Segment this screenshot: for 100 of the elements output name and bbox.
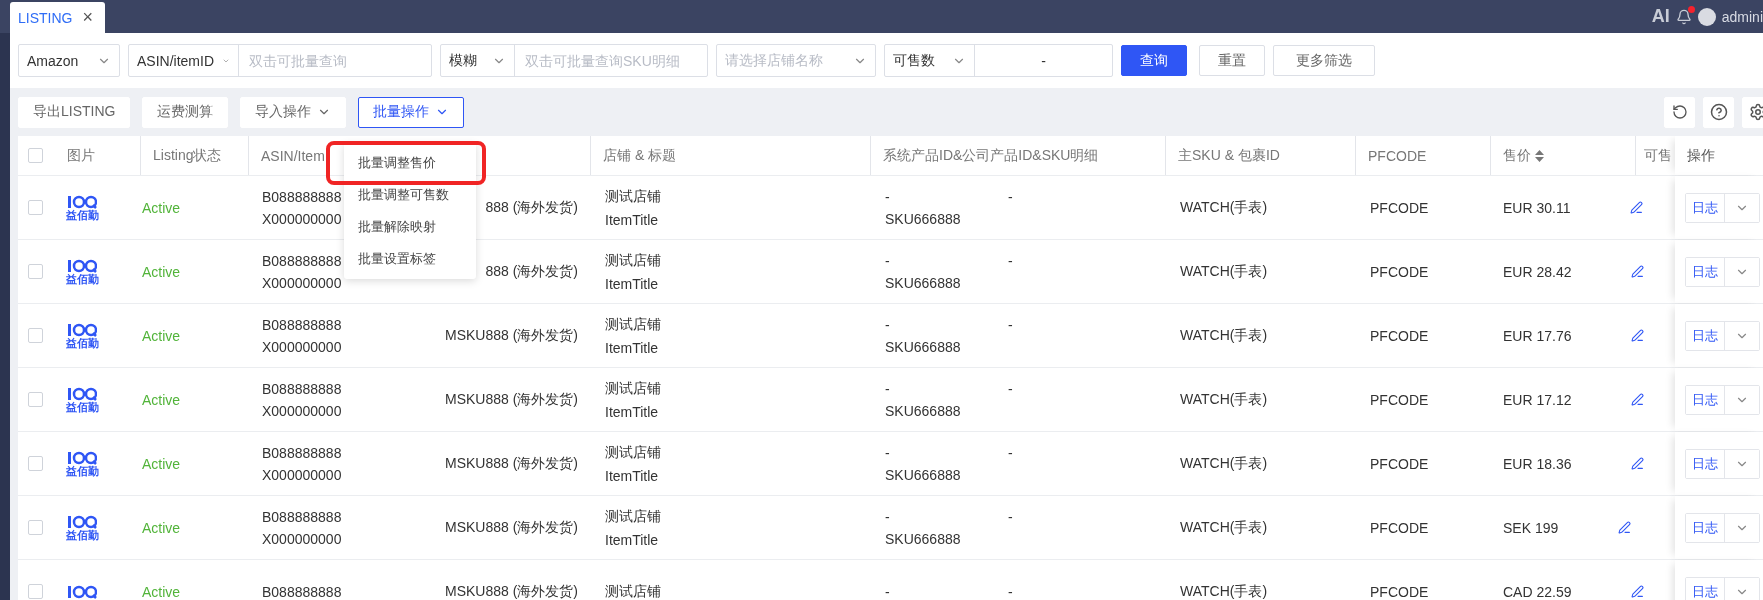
toolbar-button[interactable]: 导出LISTING	[18, 96, 131, 128]
log-button[interactable]: 日志	[1686, 321, 1725, 350]
table-cell: PFCODE	[1370, 199, 1429, 216]
table-cell: 测试店铺	[605, 507, 661, 526]
menu-button[interactable]: 导入操作	[240, 96, 347, 128]
table-cell: PFCODE	[1370, 263, 1429, 280]
table-cell: -	[1008, 444, 1013, 461]
column-header: 店铺 & 标题	[603, 146, 677, 165]
filter-button[interactable]: 查询	[1121, 45, 1187, 76]
log-button[interactable]: 日志	[1686, 385, 1725, 414]
table-cell: MSKU888 (海外发货)	[444, 326, 578, 345]
settings-icon	[1748, 103, 1763, 121]
sort-icon	[1535, 149, 1544, 162]
table-cell: 测试店铺	[605, 379, 661, 398]
table-cell: -	[1008, 508, 1013, 525]
user-name[interactable]: admini	[1721, 8, 1763, 25]
table-cell: 测试店铺	[605, 443, 661, 462]
table-cell: X000000000	[262, 466, 342, 483]
filter-button[interactable]: 重置	[1199, 45, 1265, 76]
logo-icon	[67, 258, 97, 273]
table-cell-text: -	[885, 188, 891, 205]
edit-icon[interactable]	[1618, 521, 1632, 534]
table-cell: -	[1008, 583, 1013, 600]
table-cell: WATCH(手表)	[1180, 582, 1268, 600]
close-icon[interactable]: ×	[82, 7, 93, 28]
log-button[interactable]: 日志	[1686, 449, 1725, 478]
status-text: Active	[142, 583, 181, 600]
logo-icon	[67, 514, 97, 529]
edit-icon[interactable]	[1631, 329, 1645, 342]
table-cell: B088888888	[262, 252, 342, 269]
checkbox[interactable]	[28, 264, 43, 279]
column-header: 图片	[67, 146, 95, 165]
table-cell-text: -	[885, 316, 891, 333]
price-text: EUR 18.36	[1503, 455, 1572, 472]
table-cell: B088888888	[262, 583, 342, 600]
log-button[interactable]: 日志	[1686, 193, 1725, 222]
table-cell: PFCODE	[1370, 391, 1429, 408]
tab[interactable]: LISTING ×	[10, 2, 105, 33]
log-button[interactable]: 日志	[1686, 513, 1725, 542]
input-field[interactable]: -	[975, 45, 1112, 76]
edit-icon[interactable]	[1631, 265, 1645, 278]
table-cell: ItemTitle	[605, 211, 659, 228]
table-cell: WATCH(手表)	[1180, 454, 1268, 473]
toolbar-button[interactable]: 运费测算	[142, 96, 229, 128]
column-header[interactable]: 售价	[1503, 146, 1544, 165]
bell-icon[interactable]	[1675, 8, 1692, 25]
checkbox[interactable]	[28, 584, 43, 599]
checkbox[interactable]	[28, 328, 43, 343]
range-field[interactable]: 可售数 -	[884, 44, 1113, 77]
menu-item[interactable]: 批量调整可售数	[344, 178, 477, 211]
edit-icon[interactable]	[1631, 457, 1645, 470]
table-cell: B088888888	[262, 508, 342, 525]
price-text: EUR 17.12	[1503, 391, 1572, 408]
input-field[interactable]: 双击可批量查询SKU明细	[515, 45, 707, 76]
checkbox[interactable]	[28, 392, 43, 407]
refresh-button[interactable]	[1664, 96, 1695, 128]
table-cell: ItemTitle	[605, 275, 659, 292]
menu-button[interactable]: 批量操作	[358, 96, 465, 128]
checkbox[interactable]	[28, 200, 43, 215]
help-button[interactable]	[1703, 96, 1734, 128]
menu-item[interactable]: 批量调整售价	[344, 146, 477, 179]
menu-item[interactable]: 批量解除映射	[344, 210, 477, 243]
status-text: Active	[142, 391, 181, 408]
menu-item[interactable]: 批量设置标签	[344, 242, 477, 275]
edit-icon[interactable]	[1630, 201, 1644, 214]
search-field[interactable]: 模糊 双击可批量查询SKU明细	[440, 44, 708, 77]
checkbox[interactable]	[28, 520, 43, 535]
table-cell-text: SKU666888	[885, 530, 962, 547]
table-cell: B088888888	[262, 380, 342, 397]
table-cell: MSKU888 (海外发货)	[444, 582, 578, 600]
ai-label[interactable]: AI	[1651, 6, 1670, 27]
table-cell: PFCODE	[1370, 583, 1429, 600]
table-cell: X000000000	[262, 274, 342, 291]
select-field[interactable]: Amazon	[18, 44, 120, 77]
filter-button[interactable]: 更多筛选	[1273, 45, 1375, 76]
price-text: SEK 199	[1503, 519, 1559, 536]
checkbox[interactable]	[28, 456, 43, 471]
logo-icon	[67, 584, 97, 599]
table-cell: MSKU888 (海外发货)	[444, 390, 578, 409]
table-cell-text: -	[885, 252, 891, 269]
price-text: EUR 30.11	[1503, 199, 1571, 216]
table-cell: -	[1008, 316, 1013, 333]
logo-text: 益佰勤	[65, 400, 99, 413]
logo-text: 益佰勤	[65, 528, 99, 541]
column-header: Listing状态	[153, 146, 222, 165]
status-text: Active	[142, 263, 181, 280]
logo-text: 益佰勤	[65, 208, 99, 221]
log-button[interactable]: 日志	[1686, 257, 1725, 286]
edit-icon[interactable]	[1631, 585, 1645, 598]
column-header: PFCODE	[1368, 147, 1427, 164]
table-cell: 测试店铺	[605, 251, 661, 270]
input-field[interactable]: 双击可批量查询	[239, 45, 431, 76]
table-cell: WATCH(手表)	[1180, 390, 1268, 409]
checkbox[interactable]	[28, 148, 43, 163]
search-field[interactable]: ASIN/itemID 双击可批量查询	[128, 44, 432, 77]
table-cell-text: SKU666888	[885, 210, 962, 227]
edit-icon[interactable]	[1631, 393, 1645, 406]
table-cell-text: -	[885, 380, 891, 397]
log-button[interactable]: 日志	[1686, 577, 1725, 600]
price-text: EUR 28.42	[1503, 263, 1572, 280]
